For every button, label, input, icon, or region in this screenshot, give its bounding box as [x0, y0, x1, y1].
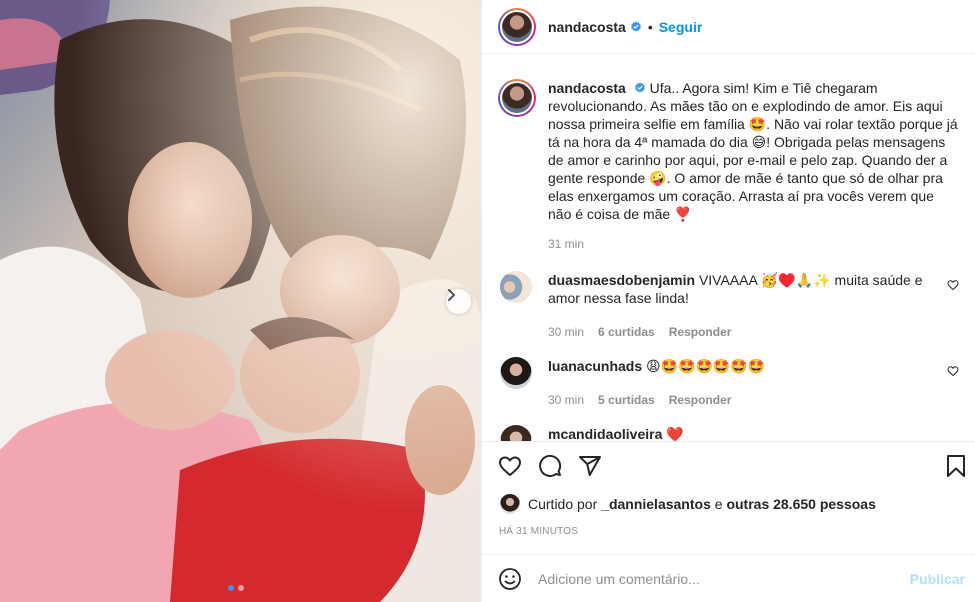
comment-item: mcandidaoliveira ❤️	[498, 425, 959, 441]
emoji-icon[interactable]	[498, 567, 522, 591]
comment-item: duasmaesdobenjamin VIVAAAA 🥳♥️🙏✨ muita s…	[498, 271, 959, 341]
photo-illustration	[0, 0, 481, 602]
like-heart-icon[interactable]	[498, 454, 522, 478]
carousel-dots	[228, 585, 244, 591]
comments-list[interactable]: nandacosta Ufa.. Agora sim! Kim e Tiê ch…	[482, 55, 975, 441]
comment-likes[interactable]: 6 curtidas	[598, 323, 655, 341]
bookmark-icon[interactable]	[944, 454, 968, 478]
comment-icon[interactable]	[538, 454, 562, 478]
carousel-next-button[interactable]	[446, 289, 471, 314]
post-photo[interactable]	[0, 0, 481, 602]
post-header: nandacosta • Seguir	[482, 0, 975, 54]
comment-text: 😩🤩🤩🤩🤩🤩🤩	[646, 358, 766, 374]
comment-avatar[interactable]	[500, 271, 532, 303]
author-avatar[interactable]	[498, 7, 536, 46]
comment-username[interactable]: duasmaesdobenjamin	[548, 272, 695, 288]
likes-prefix: Curtido por	[528, 496, 598, 512]
comment-text: ❤️	[666, 426, 684, 441]
carousel-dot-2	[238, 585, 244, 591]
reply-button[interactable]: Responder	[669, 323, 732, 341]
comment-username[interactable]: mcandidaoliveira	[548, 426, 662, 441]
comment-likes[interactable]: 5 curtidas	[598, 391, 655, 409]
chevron-right-icon	[448, 289, 456, 301]
liker-username[interactable]: _dannielasantos	[601, 496, 711, 512]
comment-time: 30 min	[548, 393, 585, 407]
caption-text: Ufa.. Agora sim! Kim e Tiê chegaram revo…	[548, 80, 958, 222]
carousel-dot-1	[228, 585, 234, 591]
likes-middle: e	[714, 496, 723, 512]
comment-input[interactable]	[538, 570, 910, 587]
reply-button[interactable]: Responder	[669, 391, 732, 409]
post-date[interactable]: HÁ 31 MINUTOS	[499, 526, 578, 537]
caption-author-username[interactable]: nandacosta	[548, 80, 626, 96]
likes-count[interactable]: outras 28.650 pessoas	[726, 496, 875, 512]
heart-icon[interactable]	[947, 365, 959, 377]
heart-icon[interactable]	[947, 279, 959, 291]
author-username[interactable]: nandacosta	[548, 19, 626, 35]
likes-summary: Curtido por _dannielasantos e outras 28.…	[500, 494, 876, 514]
liker-avatar[interactable]	[500, 494, 520, 514]
comment-username[interactable]: luanacunhads	[548, 358, 642, 374]
verified-icon	[634, 82, 645, 93]
caption-time: 31 min	[548, 237, 585, 251]
share-icon[interactable]	[578, 454, 602, 478]
follow-button[interactable]: Seguir	[659, 19, 703, 35]
verified-icon	[630, 21, 641, 31]
caption: nandacosta Ufa.. Agora sim! Kim e Tiê ch…	[498, 55, 959, 223]
action-bar	[482, 441, 975, 490]
post-details-panel: nandacosta • Seguir nandacosta Ufa.. Ago…	[481, 0, 975, 602]
header-separator: •	[647, 18, 653, 35]
comment-avatar[interactable]	[500, 357, 532, 389]
comment-time: 30 min	[548, 325, 585, 339]
comment-avatar[interactable]	[500, 425, 532, 441]
comment-composer: Publicar	[482, 554, 975, 602]
publish-button[interactable]: Publicar	[910, 571, 965, 587]
comment-item: luanacunhads 😩🤩🤩🤩🤩🤩🤩 30 min 5 curtidas R…	[498, 357, 959, 409]
caption-author-avatar[interactable]	[498, 79, 536, 117]
